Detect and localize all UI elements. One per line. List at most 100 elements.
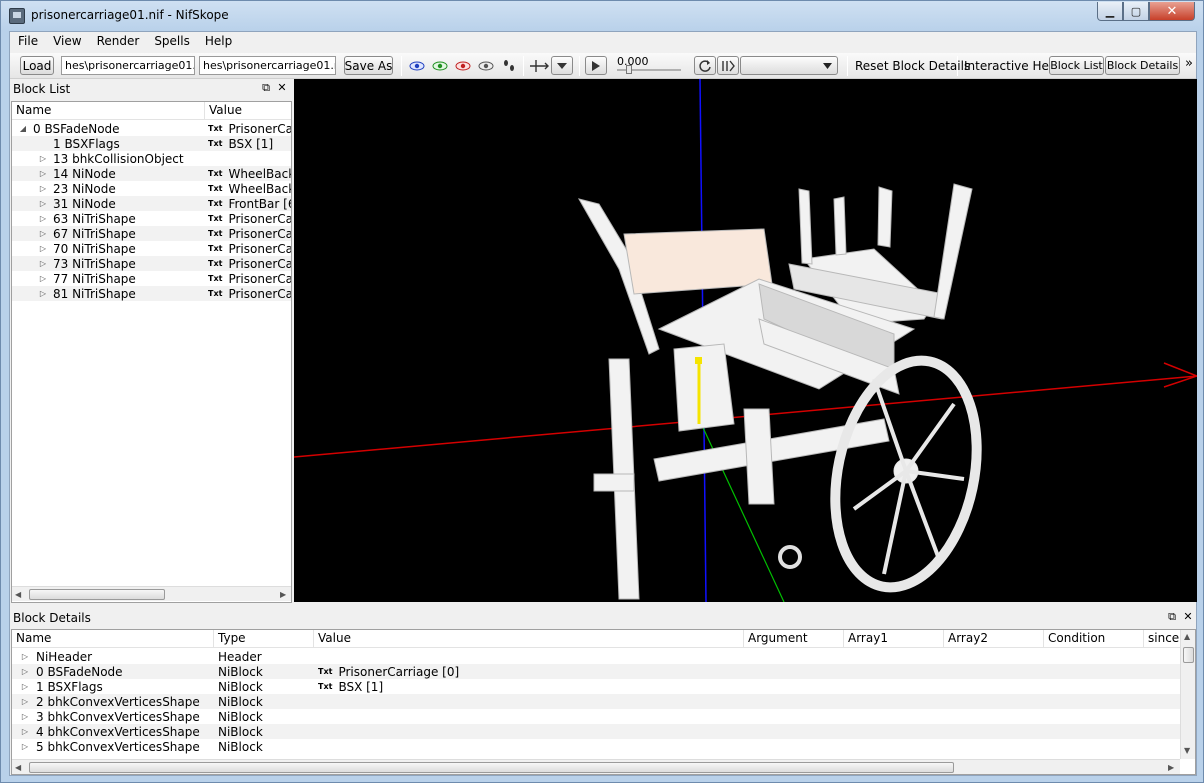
block-details-header: Name Type Value Argument Array1 Array2 C…: [12, 630, 1180, 648]
expand-toggle-icon[interactable]: ▷: [20, 652, 30, 661]
play-icon[interactable]: [585, 56, 607, 75]
block-details-row[interactable]: ▷ 5 bhkConvexVerticesShape NiBlock: [12, 739, 1180, 754]
load-path-field[interactable]: hes\prisonercarriage01.nif: [61, 56, 195, 75]
column-array1[interactable]: Array1: [844, 630, 944, 648]
switch-icon[interactable]: [717, 56, 739, 75]
block-details-row[interactable]: ▷ 4 bhkConvexVerticesShape NiBlock: [12, 724, 1180, 739]
dock-close-icon[interactable]: ✕: [1182, 611, 1194, 623]
scroll-up-icon[interactable]: ▲: [1184, 632, 1190, 641]
expand-toggle-icon[interactable]: ▷: [20, 682, 30, 691]
expand-toggle-icon[interactable]: ▷: [38, 199, 48, 208]
eye-green-icon[interactable]: [432, 59, 448, 73]
expand-toggle-icon[interactable]: ◢: [18, 124, 28, 133]
expand-toggle-icon[interactable]: ▷: [38, 229, 48, 238]
scroll-right-icon[interactable]: ▶: [280, 590, 286, 599]
footprints-icon[interactable]: [501, 59, 517, 73]
render-viewport[interactable]: [294, 79, 1197, 602]
expand-toggle-icon[interactable]: ▷: [38, 244, 48, 253]
block-value: BSX [1]: [228, 136, 274, 151]
expand-toggle-icon[interactable]: ▷: [20, 742, 30, 751]
menu-spells[interactable]: Spells: [146, 32, 197, 52]
column-value[interactable]: Value: [314, 630, 744, 648]
block-details-toggle[interactable]: Block Details: [1105, 56, 1180, 75]
block-list-row[interactable]: ▷ 77 NiTriShape Txt PrisonerCarriage: [12, 271, 291, 286]
block-name: 0 BSFadeNode: [36, 664, 123, 679]
expand-toggle-icon[interactable]: ▷: [38, 184, 48, 193]
block-details-row[interactable]: ▷ 1 BSXFlags NiBlock Txt BSX [1]: [12, 679, 1180, 694]
toolbar-overflow[interactable]: »: [1185, 56, 1193, 71]
maximize-button[interactable]: ▢: [1123, 2, 1149, 21]
scroll-left-icon[interactable]: ◀: [15, 590, 21, 599]
block-list-row[interactable]: ▷ 31 NiNode Txt FrontBar [6]: [12, 196, 291, 211]
reset-block-details-button[interactable]: Reset Block Details: [855, 59, 970, 73]
save-as-button[interactable]: Save As: [344, 56, 393, 75]
column-since[interactable]: since: [1144, 630, 1180, 648]
column-name[interactable]: Name: [12, 102, 205, 120]
block-list-toggle[interactable]: Block List: [1049, 56, 1104, 75]
expand-toggle-icon[interactable]: ▷: [20, 712, 30, 721]
menu-view[interactable]: View: [45, 32, 88, 52]
undock-icon[interactable]: ⧉: [260, 82, 272, 94]
eye-red-icon[interactable]: [455, 59, 471, 73]
load-button[interactable]: Load: [20, 56, 54, 75]
block-list-row[interactable]: ▷ 81 NiTriShape Txt PrisonerCarriage: [12, 286, 291, 301]
scroll-left-icon[interactable]: ◀: [15, 763, 21, 772]
expand-toggle-icon[interactable]: ▷: [38, 169, 48, 178]
scroll-thumb[interactable]: [1183, 647, 1194, 663]
expand-toggle-icon[interactable]: ▷: [20, 727, 30, 736]
block-list-row[interactable]: ▷ 23 NiNode Txt WheelBackRight: [12, 181, 291, 196]
block-value: PrisonerCarriage: [228, 226, 291, 241]
expand-toggle-icon[interactable]: ▷: [38, 214, 48, 223]
menu-help[interactable]: Help: [197, 32, 239, 52]
expand-toggle-icon[interactable]: ▷: [38, 274, 48, 283]
time-slider-handle[interactable]: [626, 65, 632, 74]
close-button[interactable]: ✕: [1149, 2, 1195, 21]
eye-blue-icon[interactable]: [409, 59, 425, 73]
undock-icon[interactable]: ⧉: [1166, 611, 1178, 623]
scroll-down-icon[interactable]: ▼: [1184, 746, 1190, 755]
block-list-row[interactable]: ▷ 14 NiNode Txt WheelBackLeft: [12, 166, 291, 181]
expand-toggle-icon[interactable]: ▷: [38, 289, 48, 298]
block-list-row[interactable]: ▷ 67 NiTriShape Txt PrisonerCarriage: [12, 226, 291, 241]
move-axis-icon[interactable]: [529, 59, 549, 73]
column-array2[interactable]: Array2: [944, 630, 1044, 648]
block-list-hscrollbar[interactable]: ◀ ▶: [12, 586, 291, 601]
menu-file[interactable]: File: [10, 32, 45, 52]
block-list-row[interactable]: ▷ 70 NiTriShape Txt PrisonerCarriage: [12, 241, 291, 256]
block-details-hscrollbar[interactable]: ◀ ▶: [12, 759, 1180, 774]
expand-toggle-icon[interactable]: ▷: [20, 667, 30, 676]
interactive-help-button[interactable]: Interactive Help: [964, 59, 1060, 73]
dropdown-icon[interactable]: [551, 56, 573, 75]
column-type[interactable]: Type: [214, 630, 314, 648]
column-value[interactable]: Value: [205, 102, 291, 120]
menu-render[interactable]: Render: [89, 32, 147, 52]
expand-toggle-icon[interactable]: ▷: [38, 259, 48, 268]
save-path-field[interactable]: hes\prisonercarriage01.nif: [199, 56, 336, 75]
animation-select[interactable]: [740, 56, 838, 75]
block-details-vscrollbar[interactable]: ▲ ▼: [1180, 630, 1195, 759]
toolbar-separator: [579, 56, 580, 76]
block-list-row[interactable]: ▷ 13 bhkCollisionObject: [12, 151, 291, 166]
column-name[interactable]: Name: [12, 630, 214, 648]
block-list-row[interactable]: ◢ 0 BSFadeNode Txt PrisonerCarriage [0]: [12, 121, 291, 136]
block-type: NiBlock: [218, 739, 263, 754]
scroll-right-icon[interactable]: ▶: [1168, 763, 1174, 772]
expand-toggle-icon[interactable]: ▷: [20, 697, 30, 706]
block-list-row[interactable]: ▷ 63 NiTriShape Txt PrisonerCarriage: [12, 211, 291, 226]
block-value: FrontBar [6]: [228, 196, 291, 211]
loop-icon[interactable]: [694, 56, 716, 75]
block-list-row[interactable]: 1 BSXFlags Txt BSX [1]: [12, 136, 291, 151]
eye-gray-icon[interactable]: [478, 59, 494, 73]
block-details-row[interactable]: ▷ 2 bhkConvexVerticesShape NiBlock: [12, 694, 1180, 709]
block-list-row[interactable]: ▷ 73 NiTriShape Txt PrisonerCarriage: [12, 256, 291, 271]
dock-close-icon[interactable]: ✕: [276, 82, 288, 94]
block-details-row[interactable]: ▷ 0 BSFadeNode NiBlock Txt PrisonerCarriage …: [12, 664, 1180, 679]
block-details-row[interactable]: ▷ NiHeader Header: [12, 649, 1180, 664]
minimize-button[interactable]: ▁: [1097, 2, 1123, 21]
scroll-thumb[interactable]: [29, 762, 954, 773]
column-argument[interactable]: Argument: [744, 630, 844, 648]
column-condition[interactable]: Condition: [1044, 630, 1144, 648]
block-details-row[interactable]: ▷ 3 bhkConvexVerticesShape NiBlock: [12, 709, 1180, 724]
expand-toggle-icon[interactable]: ▷: [38, 154, 48, 163]
scroll-thumb[interactable]: [29, 589, 165, 600]
